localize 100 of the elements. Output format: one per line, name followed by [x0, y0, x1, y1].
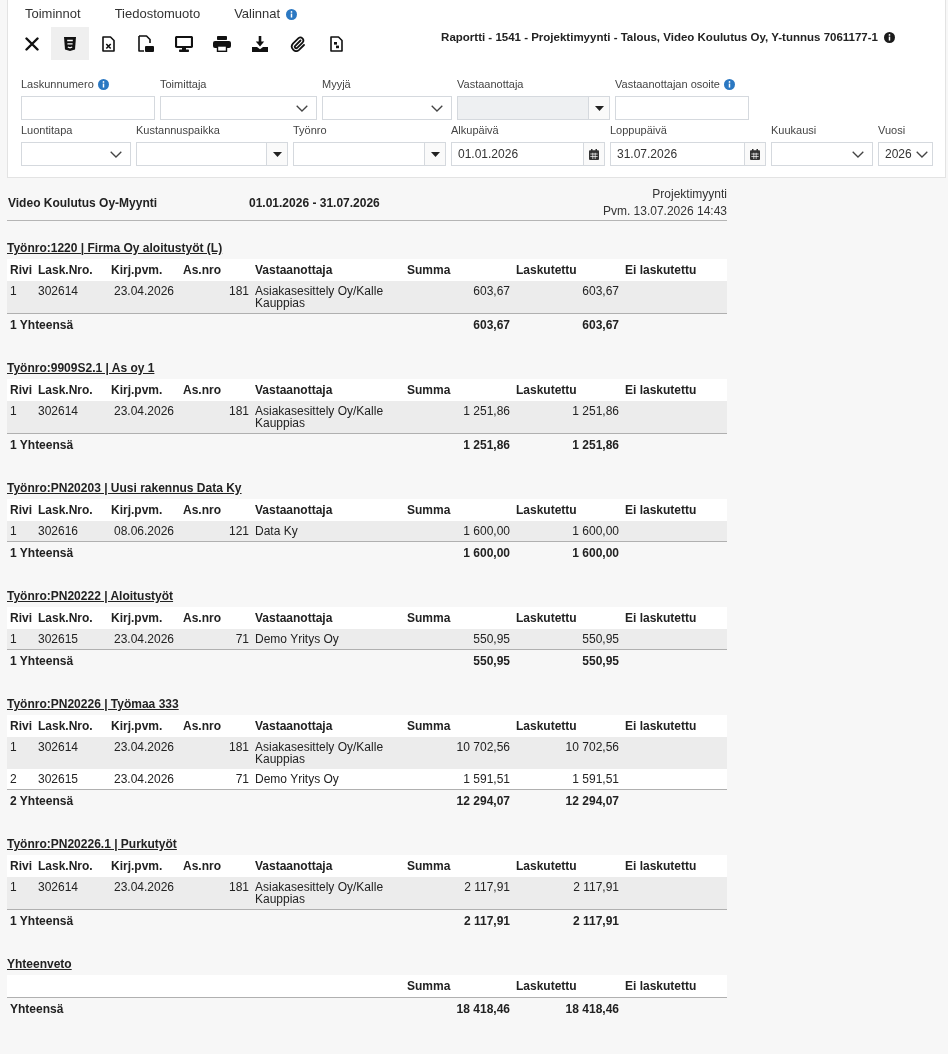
select-field[interactable]: [771, 142, 873, 166]
total-value: 18 418,46: [564, 1002, 620, 1016]
total-value: 1 251,86: [571, 438, 620, 452]
table-cell-text: 1: [9, 739, 18, 756]
close-icon: [25, 36, 39, 51]
info-icon[interactable]: [884, 31, 895, 43]
table-cell-text: 121: [227, 523, 250, 540]
report-date: Pvm. 13.07.2026 14:43: [602, 203, 727, 220]
column-header: Lask.Nro.: [37, 611, 94, 625]
select-field[interactable]: [322, 96, 452, 120]
table-cell-text: 302614: [37, 283, 80, 300]
document-icon: [329, 35, 343, 52]
column-header: Rivi: [9, 611, 33, 625]
column-header: Ei laskutettu: [624, 611, 698, 625]
column-header: Rivi: [9, 383, 33, 397]
column-header: Ei laskutettu: [624, 263, 698, 277]
table-cell-text: 10 702,56: [564, 739, 620, 756]
combo-field[interactable]: [136, 142, 267, 166]
table-cell-text: 23.04.2026: [112, 771, 176, 788]
printer-icon: [213, 35, 231, 52]
menu-item[interactable]: Valinnat: [234, 5, 281, 23]
select-field[interactable]: [160, 96, 317, 120]
total-value: 2 117,91: [571, 914, 620, 928]
column-header: As.nro: [182, 383, 222, 397]
dropdown-button[interactable]: [267, 142, 288, 166]
column-header: Laskutettu: [515, 719, 578, 733]
table-cell-text: Asiakasesittely Oy/Kalle Kauppias: [254, 283, 385, 312]
menu-item[interactable]: Tiedostomuoto: [114, 5, 201, 23]
chevron-down-icon: [915, 150, 928, 158]
column-header: Summa: [406, 979, 452, 993]
group-title: Työnro:PN20226.1 | Purkutyöt: [7, 836, 177, 852]
total-label: 1 Yhteensä: [9, 318, 75, 332]
table-cell-text: 23.04.2026: [112, 739, 176, 756]
input-field[interactable]: [615, 96, 749, 120]
table-cell-text: 71: [234, 771, 250, 788]
monitor-icon: [175, 35, 193, 52]
shield-icon: [64, 36, 76, 51]
column-header: Laskutettu: [515, 979, 578, 993]
column-header: Vastaanottaja: [254, 503, 334, 517]
column-header: Vastaanottaja: [254, 611, 334, 625]
toolbar-button[interactable]: [51, 27, 89, 60]
total-value: 603,67: [472, 318, 511, 332]
column-header: Summa: [406, 383, 452, 397]
column-header: Kirj.pvm.: [110, 263, 164, 277]
group-title: Työnro:9909S2.1 | As oy 1: [7, 360, 155, 376]
column-header: Summa: [406, 263, 452, 277]
table-cell-text: 1 251,86: [462, 403, 511, 420]
select-field[interactable]: [21, 142, 131, 166]
chevron-down-icon: [431, 104, 443, 112]
total-value: 1 251,86: [462, 438, 511, 452]
combo-field[interactable]: [293, 142, 425, 166]
table-cell-text: 181: [227, 739, 250, 756]
table-cell-text: 302614: [37, 879, 80, 896]
calendar-button[interactable]: [745, 142, 766, 166]
total-label: 1 Yhteensä: [9, 654, 75, 668]
table-cell-text: 302614: [37, 403, 80, 420]
total-label: 1 Yhteensä: [9, 438, 75, 452]
group-title: Työnro:1220 | Firma Oy aloitustyöt (L): [7, 240, 223, 256]
column-header: Rivi: [9, 503, 33, 517]
dropdown-button[interactable]: [425, 142, 446, 166]
report-title: Raportti - 1541 - Projektimyynti - Talous, Video Koulutus Oy, Y-tunnus 7061177-1: [441, 30, 878, 44]
column-header: Vastaanottaja: [254, 859, 334, 873]
document-tag-icon: [138, 35, 154, 52]
column-header: Lask.Nro.: [37, 263, 94, 277]
table-cell-text: 71: [234, 631, 250, 648]
date-field[interactable]: 01.01.2026: [451, 142, 584, 166]
table-cell-text: 1: [9, 879, 18, 896]
field-label: Kuukausi: [771, 123, 817, 137]
column-header: Laskutettu: [515, 859, 578, 873]
table-cell-text: 302615: [37, 771, 80, 788]
table-cell-text: 1 591,51: [571, 771, 620, 788]
column-header: Kirj.pvm.: [110, 503, 164, 517]
table-cell-text: 2 117,91: [463, 879, 511, 896]
column-header: Lask.Nro.: [37, 383, 94, 397]
menu-item[interactable]: Toiminnot: [25, 5, 81, 23]
column-header: Ei laskutettu: [624, 503, 698, 517]
column-header: Laskutettu: [515, 263, 578, 277]
field-label: Työnro: [293, 123, 327, 137]
table-cell-text: 603,67: [472, 283, 511, 300]
input-field[interactable]: [21, 96, 155, 120]
table-cell-text: 302616: [37, 523, 80, 540]
caret-icon: [430, 151, 440, 157]
column-header: Ei laskutettu: [624, 719, 698, 733]
dropdown-button[interactable]: [589, 96, 610, 120]
caret-icon: [272, 151, 282, 157]
table-cell-text: 1: [9, 631, 18, 648]
table-cell-text: Demo Yritys Oy: [254, 771, 340, 788]
column-header: Vastaanottaja: [254, 719, 334, 733]
table-cell-text: 1 591,51: [462, 771, 511, 788]
column-header: As.nro: [182, 719, 222, 733]
caret-icon: [594, 105, 604, 111]
column-header: As.nro: [182, 859, 222, 873]
calendar-button[interactable]: [584, 142, 605, 166]
column-header: Lask.Nro.: [37, 859, 94, 873]
column-header: Rivi: [9, 859, 33, 873]
column-header: Kirj.pvm.: [110, 859, 164, 873]
select-field[interactable]: 2026: [878, 142, 933, 166]
table-cell-text: 1: [9, 403, 18, 420]
field-label: Vastaanottajan osoite: [615, 77, 720, 91]
date-field[interactable]: 31.07.2026: [610, 142, 745, 166]
